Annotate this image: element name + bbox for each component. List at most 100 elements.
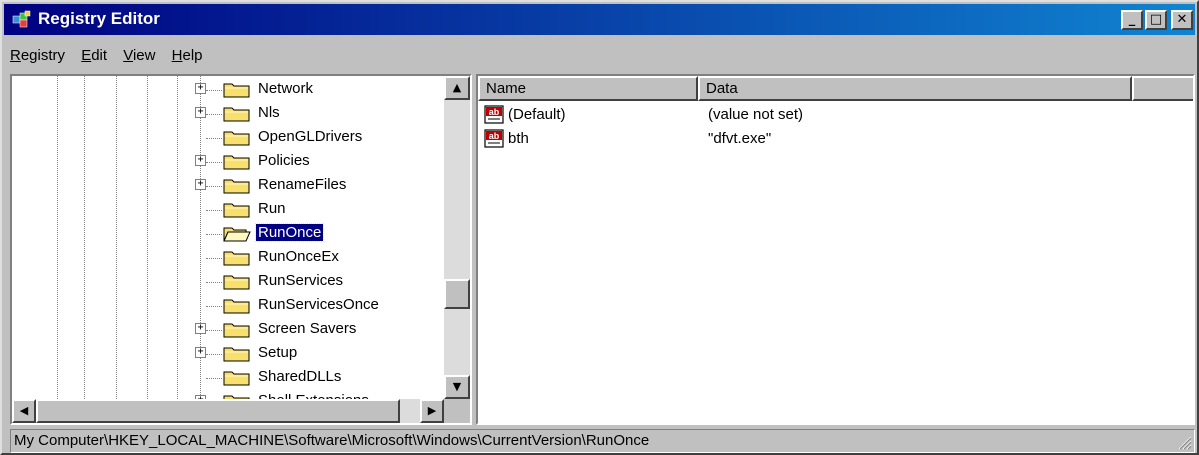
- maximize-button[interactable]: □: [1145, 10, 1167, 30]
- expand-plus-icon[interactable]: +: [195, 179, 206, 190]
- horizontal-scroll-thumb[interactable]: [36, 399, 400, 423]
- menu-registry[interactable]: Registry: [4, 47, 71, 64]
- folder-icon: [223, 203, 250, 218]
- tree-item-label[interactable]: Screen Savers: [256, 320, 358, 337]
- scroll-left-arrow-icon[interactable]: ◀: [12, 399, 36, 423]
- tree-connector: [206, 138, 222, 139]
- folder-icon: [223, 83, 250, 98]
- close-button[interactable]: ✕: [1171, 10, 1193, 30]
- value-row[interactable]: ab bth "dfvt.exe": [478, 127, 1193, 151]
- open-folder-icon: [223, 227, 251, 242]
- folder-icon: [223, 155, 250, 170]
- key-tree: + Network + Nls OpenGLDrivers + Policies + Renam…: [12, 76, 444, 399]
- tree-item-label[interactable]: RenameFiles: [256, 176, 348, 193]
- tree-item-label[interactable]: Nls: [256, 104, 282, 121]
- value-data: "dfvt.exe": [708, 130, 772, 147]
- values-list-pane[interactable]: Name Data ab (Default) (value not set) ab bt…: [476, 74, 1195, 425]
- tree-item-label[interactable]: Shell Extensions: [256, 392, 371, 399]
- expand-plus-icon[interactable]: +: [195, 155, 206, 166]
- value-row[interactable]: ab (Default) (value not set): [478, 103, 1193, 127]
- tree-item-label[interactable]: RunOnce: [254, 223, 325, 242]
- tree-item[interactable]: + Nls: [12, 102, 444, 126]
- scroll-up-arrow-icon[interactable]: ▲: [444, 76, 470, 100]
- tree-item-label[interactable]: RunOnceEx: [256, 248, 341, 265]
- menu-help[interactable]: Help: [166, 47, 209, 64]
- tree-item-label[interactable]: Policies: [256, 152, 312, 169]
- tree-item[interactable]: Run: [12, 198, 444, 222]
- tree-connector: [206, 306, 222, 307]
- column-header-empty: [1132, 76, 1193, 101]
- string-value-icon: ab: [484, 129, 504, 148]
- minimize-button[interactable]: _: [1121, 10, 1143, 30]
- status-bar: My Computer\HKEY_LOCAL_MACHINE\Software\…: [10, 429, 1195, 453]
- tree-connector: [206, 210, 222, 211]
- tree-item-label[interactable]: Setup: [256, 344, 299, 361]
- tree-item[interactable]: + RenameFiles: [12, 174, 444, 198]
- tree-item-label[interactable]: Run: [256, 200, 288, 217]
- tree-item[interactable]: RunServices: [12, 270, 444, 294]
- value-data: (value not set): [708, 106, 804, 123]
- tree-item-label[interactable]: RunServices: [256, 272, 345, 289]
- folder-icon: [223, 323, 250, 338]
- tree-item[interactable]: RunOnceEx: [12, 246, 444, 270]
- vertical-scroll-thumb[interactable]: [444, 279, 470, 309]
- menu-edit[interactable]: Edit: [75, 47, 113, 64]
- tree-connector: [206, 90, 222, 91]
- tree-connector: [206, 354, 222, 355]
- resize-grip-icon[interactable]: [1178, 436, 1192, 450]
- tree-connector: [206, 258, 222, 259]
- tree-item[interactable]: RunServicesOnce: [12, 294, 444, 318]
- expand-plus-icon[interactable]: +: [195, 83, 206, 94]
- tree-item[interactable]: RunOnce: [12, 222, 444, 246]
- registry-editor-icon[interactable]: [12, 10, 32, 29]
- tree-item-label[interactable]: OpenGLDrivers: [256, 128, 364, 145]
- folder-icon: [223, 299, 250, 314]
- tree-connector: [206, 282, 222, 283]
- tree-item[interactable]: + Network: [12, 78, 444, 102]
- expand-plus-icon[interactable]: +: [195, 323, 206, 334]
- tree-horizontal-scrollbar[interactable]: ◀ ▶: [12, 399, 444, 423]
- expand-plus-icon[interactable]: +: [195, 107, 206, 118]
- scroll-down-arrow-icon[interactable]: ▼: [444, 375, 470, 399]
- value-name: (Default): [508, 106, 566, 123]
- folder-icon: [223, 179, 250, 194]
- folder-icon: [223, 347, 250, 362]
- tree-connector: [206, 162, 222, 163]
- tree-item[interactable]: OpenGLDrivers: [12, 126, 444, 150]
- tree-connector: [206, 378, 222, 379]
- folder-icon: [223, 371, 250, 386]
- folder-icon: [223, 131, 250, 146]
- key-tree-pane[interactable]: + Network + Nls OpenGLDrivers + Policies + Renam…: [10, 74, 472, 425]
- column-header-data[interactable]: Data: [698, 76, 1132, 101]
- folder-icon: [223, 251, 250, 266]
- tree-item[interactable]: + Screen Savers: [12, 318, 444, 342]
- folder-icon: [223, 275, 250, 290]
- registry-editor-window: Registry Editor _ □ ✕ Registry Edit View…: [0, 0, 1199, 455]
- tree-item[interactable]: + Setup: [12, 342, 444, 366]
- svg-text:ab: ab: [489, 107, 500, 117]
- status-key-path: My Computer\HKEY_LOCAL_MACHINE\Software\…: [14, 432, 650, 449]
- title-bar[interactable]: Registry Editor _ □ ✕: [4, 4, 1195, 35]
- tree-item[interactable]: + Policies: [12, 150, 444, 174]
- string-value-icon: ab: [484, 105, 504, 124]
- tree-item-label[interactable]: Network: [256, 80, 315, 97]
- folder-icon: [223, 107, 250, 122]
- scrollbar-corner: [444, 399, 470, 423]
- value-name: bth: [508, 130, 529, 147]
- menu-bar: Registry Edit View Help: [4, 47, 209, 71]
- expand-plus-icon[interactable]: +: [195, 347, 206, 358]
- tree-connector: [206, 330, 222, 331]
- tree-connector: [206, 114, 222, 115]
- menu-view[interactable]: View: [117, 47, 161, 64]
- tree-item[interactable]: +Shell Extensions: [12, 390, 444, 399]
- column-header-name[interactable]: Name: [478, 76, 698, 101]
- scroll-right-arrow-icon[interactable]: ▶: [420, 399, 444, 423]
- tree-connector: [206, 234, 222, 235]
- tree-connector: [206, 186, 222, 187]
- tree-item-label[interactable]: SharedDLLs: [256, 368, 343, 385]
- window-title: Registry Editor: [38, 9, 160, 28]
- tree-vertical-scrollbar[interactable]: ▲ ▼: [444, 76, 470, 399]
- tree-item[interactable]: SharedDLLs: [12, 366, 444, 390]
- svg-text:ab: ab: [489, 131, 500, 141]
- tree-item-label[interactable]: RunServicesOnce: [256, 296, 381, 313]
